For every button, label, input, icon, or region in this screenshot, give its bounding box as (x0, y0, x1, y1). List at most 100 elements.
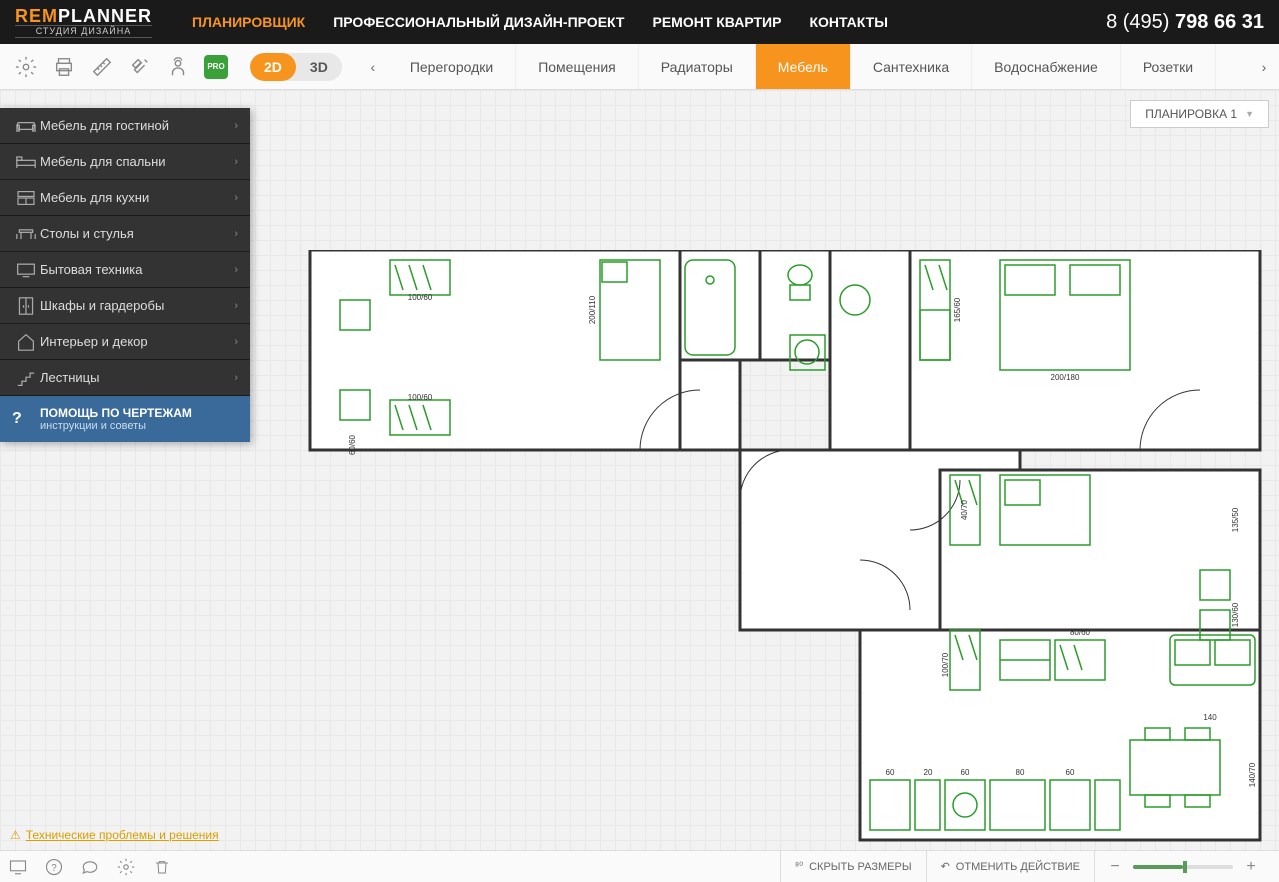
tabs-scroll-left[interactable]: ‹ (358, 44, 388, 90)
sidebar-item-wardrobes[interactable]: Шкафы и гардеробы › (0, 288, 250, 324)
tab-water[interactable]: Водоснабжение (972, 44, 1121, 89)
chevron-right-icon: › (234, 372, 238, 384)
gear-icon[interactable] (116, 857, 136, 877)
nav-design[interactable]: ПРОФЕССИОНАЛЬНЫЙ ДИЗАЙН-ПРОЕКТ (333, 14, 624, 30)
toolbar: PRO 2D 3D ‹ Перегородки Помещения Радиат… (0, 44, 1279, 90)
tech-problems-link[interactable]: ⚠ Технические проблемы и решения (10, 828, 219, 842)
help-icon[interactable]: ? (44, 857, 64, 877)
zoom-in-button[interactable]: + (1243, 858, 1259, 876)
chevron-right-icon: › (234, 264, 238, 276)
chevron-right-icon: › (234, 192, 238, 204)
canvas-area[interactable]: ПЛАНИРОВКА 1 ▼ Мебель для гостиной › Меб… (0, 90, 1279, 850)
sofa-icon (12, 118, 40, 134)
tab-radiators[interactable]: Радиаторы (639, 44, 756, 89)
phone-number[interactable]: 8 (495) 798 66 31 (1106, 11, 1264, 34)
tab-furniture[interactable]: Мебель (756, 44, 851, 89)
svg-text:80/60: 80/60 (1070, 628, 1091, 637)
svg-text:40/70: 40/70 (960, 499, 969, 520)
sidebar-item-decor[interactable]: Интерьер и декор › (0, 324, 250, 360)
zoom-slider[interactable] (1133, 865, 1233, 869)
main-nav: ПЛАНИРОВЩИК ПРОФЕССИОНАЛЬНЫЙ ДИЗАЙН-ПРОЕ… (192, 14, 1106, 30)
chevron-right-icon: › (234, 336, 238, 348)
svg-text:140/70: 140/70 (1248, 762, 1257, 787)
tab-rooms[interactable]: Помещения (516, 44, 639, 89)
wardrobe-icon (12, 297, 40, 315)
tab-sockets[interactable]: Розетки (1121, 44, 1216, 89)
pro-badge[interactable]: PRO (204, 55, 228, 79)
sidebar-item-label: Мебель для спальни (40, 154, 234, 169)
zoom-out-button[interactable]: − (1107, 858, 1123, 876)
sidebar-item-label: Бытовая техника (40, 262, 234, 277)
chat-icon[interactable] (80, 857, 100, 877)
sidebar-item-tables[interactable]: Столы и стулья › (0, 216, 250, 252)
sidebar-item-label: Мебель для гостиной (40, 118, 234, 133)
nav-planner[interactable]: ПЛАНИРОВЩИК (192, 14, 305, 30)
view-2d-button[interactable]: 2D (250, 53, 296, 81)
dimensions-icon: ⁸⁰ (795, 861, 803, 872)
main-header: REMPLANNER СТУДИЯ ДИЗАЙНА ПЛАНИРОВЩИК ПР… (0, 0, 1279, 44)
screen-icon[interactable] (8, 857, 28, 877)
sidebar-item-appliances[interactable]: Бытовая техника › (0, 252, 250, 288)
undo-label: ОТМЕНИТЬ ДЕЙСТВИЕ (956, 861, 1080, 873)
nav-contacts[interactable]: КОНТАКТЫ (809, 14, 887, 30)
zoom-control: − + (1094, 851, 1271, 882)
logo-subtitle: СТУДИЯ ДИЗАЙНА (15, 25, 152, 38)
category-tabs: Перегородки Помещения Радиаторы Мебель С… (388, 44, 1249, 89)
tabs-scroll-right[interactable]: › (1249, 44, 1279, 90)
sidebar-help[interactable]: ? ПОМОЩЬ ПО ЧЕРТЕЖАМ инструкции и советы (0, 396, 250, 442)
svg-text:60: 60 (1066, 768, 1075, 777)
svg-text:100/60: 100/60 (408, 393, 433, 402)
svg-text:200/110: 200/110 (588, 295, 597, 324)
hide-sizes-label: СКРЫТЬ РАЗМЕРЫ (809, 861, 911, 873)
furniture-sidebar: Мебель для гостиной › Мебель для спальни… (0, 108, 250, 442)
trash-icon[interactable] (152, 857, 172, 877)
sidebar-item-label: Лестницы (40, 370, 234, 385)
chevron-right-icon: › (234, 120, 238, 132)
sidebar-item-label: Мебель для кухни (40, 190, 234, 205)
nav-repair[interactable]: РЕМОНТ КВАРТИР (652, 14, 781, 30)
tab-plumbing[interactable]: Сантехника (851, 44, 972, 89)
settings-icon[interactable] (14, 55, 38, 79)
footer-bar: ? ⁸⁰ СКРЫТЬ РАЗМЕРЫ ↶ ОТМЕНИТЬ ДЕЙСТВИЕ … (0, 850, 1279, 882)
sidebar-item-stairs[interactable]: Лестницы › (0, 360, 250, 396)
view-3d-button[interactable]: 3D (296, 53, 342, 81)
table-icon (12, 226, 40, 242)
sidebar-item-label: Шкафы и гардеробы (40, 298, 234, 313)
layout-dropdown-label: ПЛАНИРОВКА 1 (1145, 107, 1237, 121)
layout-dropdown[interactable]: ПЛАНИРОВКА 1 ▼ (1130, 100, 1269, 128)
chevron-right-icon: › (234, 300, 238, 312)
logo-prefix: REM (15, 6, 58, 26)
logo[interactable]: REMPLANNER СТУДИЯ ДИЗАЙНА (15, 7, 152, 38)
print-icon[interactable] (52, 55, 76, 79)
chevron-down-icon: ▼ (1245, 109, 1254, 119)
svg-text:100/70: 100/70 (941, 652, 950, 677)
undo-icon: ↶ (941, 860, 950, 873)
chevron-right-icon: › (234, 156, 238, 168)
footer-icons: ? (8, 857, 172, 877)
tv-icon (12, 262, 40, 278)
ruler-icon[interactable] (90, 55, 114, 79)
tools-icon[interactable] (128, 55, 152, 79)
svg-text:100/60: 100/60 (408, 293, 433, 302)
help-subtitle: инструкции и советы (40, 420, 238, 432)
sidebar-item-label: Интерьер и декор (40, 334, 234, 349)
home-icon (12, 333, 40, 351)
kitchen-icon (12, 190, 40, 206)
worker-icon[interactable] (166, 55, 190, 79)
sidebar-item-living[interactable]: Мебель для гостиной › (0, 108, 250, 144)
sidebar-item-kitchen[interactable]: Мебель для кухни › (0, 180, 250, 216)
tech-link-label: Технические проблемы и решения (26, 828, 219, 842)
undo-button[interactable]: ↶ ОТМЕНИТЬ ДЕЙСТВИЕ (926, 851, 1094, 882)
tool-icons: PRO (0, 55, 242, 79)
hide-sizes-button[interactable]: ⁸⁰ СКРЫТЬ РАЗМЕРЫ (780, 851, 926, 882)
svg-text:140: 140 (1203, 713, 1217, 722)
logo-suffix: PLANNER (58, 6, 152, 26)
question-icon: ? (12, 410, 40, 428)
floorplan[interactable]: 100/60 100/60 200/110 60/60 200/180 165/… (300, 250, 1270, 850)
svg-text:20: 20 (924, 768, 933, 777)
tab-walls[interactable]: Перегородки (388, 44, 516, 89)
sidebar-item-bedroom[interactable]: Мебель для спальни › (0, 144, 250, 180)
svg-text:60: 60 (961, 768, 970, 777)
svg-text:200/180: 200/180 (1051, 373, 1080, 382)
svg-text:80: 80 (1016, 768, 1025, 777)
